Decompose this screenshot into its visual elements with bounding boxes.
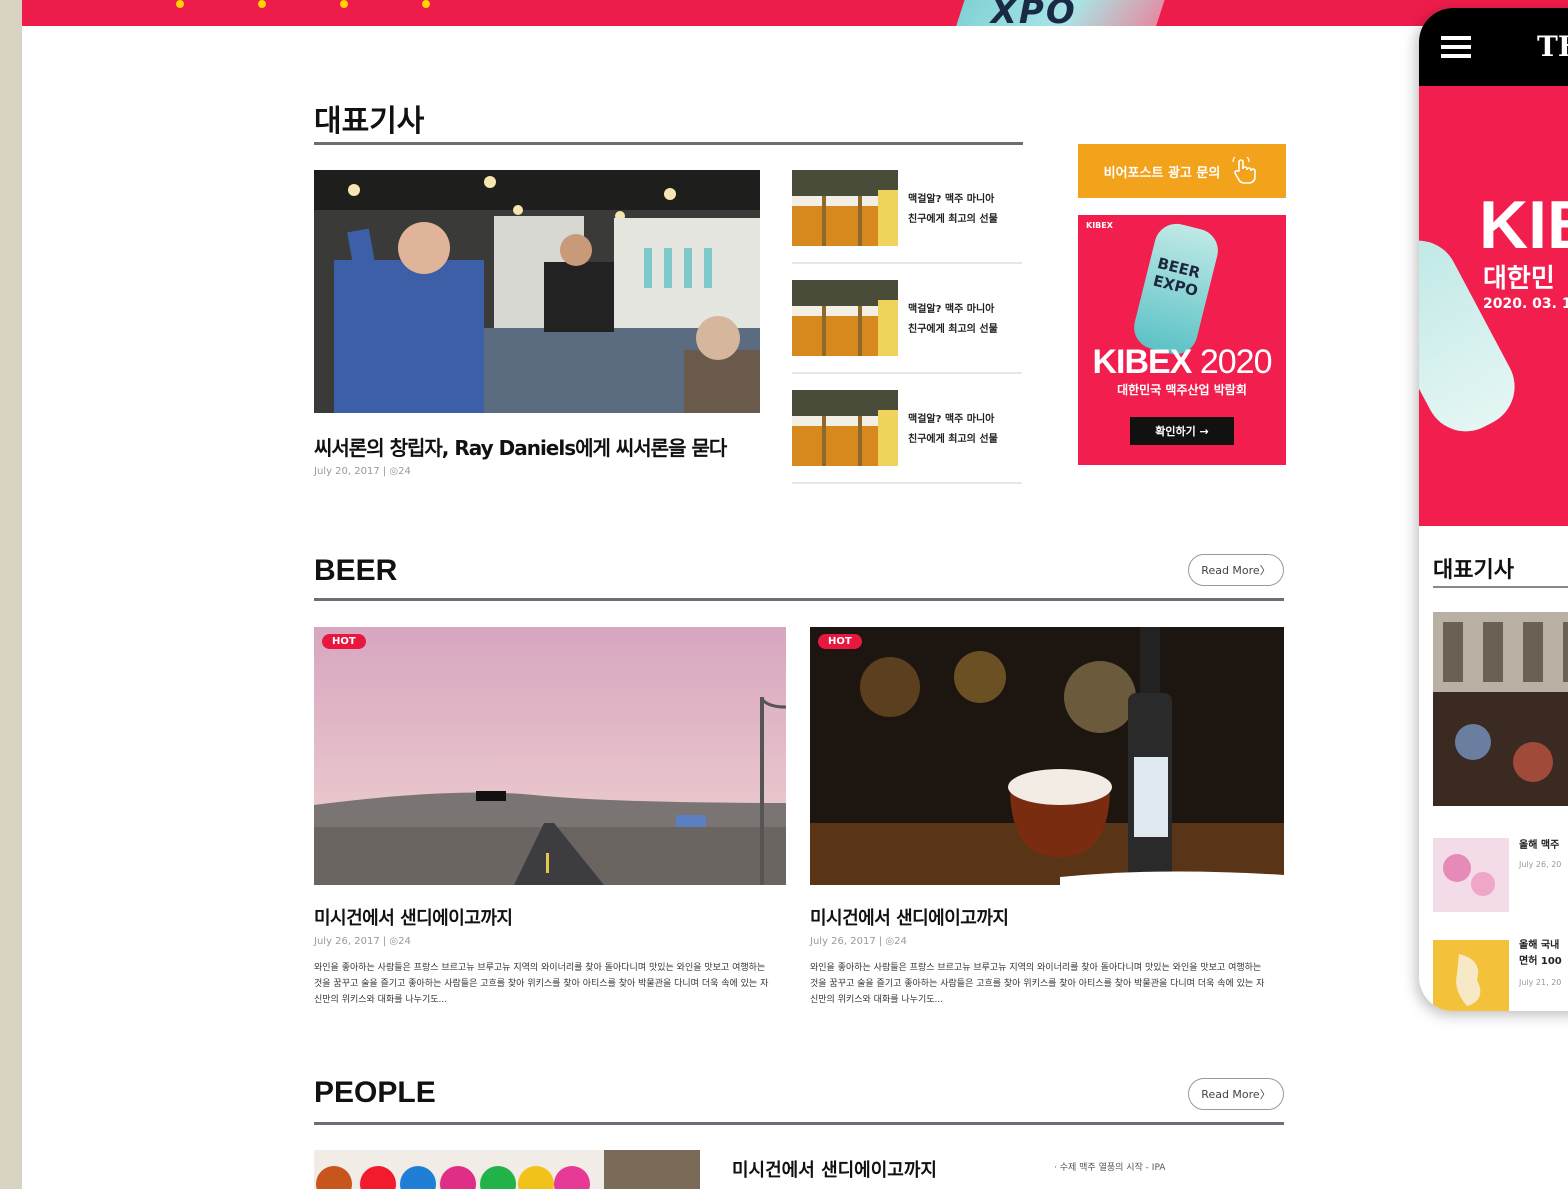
- featured-main-title[interactable]: 씨서론의 창립자, Ray Daniels에게 씨서론을 묻다: [314, 432, 727, 461]
- people-read-more-button[interactable]: Read More〉: [1188, 1078, 1284, 1110]
- decor-dot: [422, 0, 430, 8]
- beer-read-more-button[interactable]: Read More〉: [1188, 554, 1284, 586]
- decor-dot: [258, 0, 266, 8]
- mobile-hero-banner[interactable]: KIB 대한민 2020. 03. 1: [1419, 86, 1568, 526]
- beer-card-meta: July 26, 2017 | ◎24: [314, 936, 411, 947]
- ad-inquiry-label: 비어포스트 광고 문의: [1103, 165, 1221, 181]
- people-heading: PEOPLE: [314, 1076, 436, 1109]
- top-banner[interactable]: XPO: [22, 0, 1568, 26]
- hand-pointer-icon: [1232, 157, 1257, 184]
- beer-rule: [314, 598, 1284, 601]
- beer-card-title[interactable]: 미시건에서 샌디에이고까지: [314, 904, 513, 930]
- beer-card-image[interactable]: [810, 627, 1284, 885]
- mobile-mockup: TH KIB 대한민 2020. 03. 1 대표기사 올해 맥주 July 2…: [1419, 8, 1568, 1011]
- side-divider: [792, 262, 1022, 264]
- mobile-item-text[interactable]: 올해 맥주: [1519, 838, 1559, 854]
- people-note[interactable]: · 수제 맥주 열풍의 시작 - IPA: [1054, 1160, 1165, 1173]
- people-card-title[interactable]: 미시건에서 샌디에이고까지: [732, 1156, 937, 1182]
- mobile-section-heading: 대표기사: [1433, 558, 1514, 583]
- side-item-text[interactable]: 맥걸알? 맥주 마니아 친구에게 최고의 선물: [908, 190, 998, 230]
- beer-can-graphic: BEER EXPO: [1129, 219, 1223, 359]
- beer-card-meta: July 26, 2017 | ◎24: [810, 936, 907, 947]
- beer-card-excerpt: 와인을 좋아하는 사람들은 프랑스 브르고뉴 브루고뉴 지역의 와이너리를 찾아…: [314, 963, 769, 1005]
- mobile-featured-image[interactable]: [1433, 612, 1568, 806]
- featured-rule: [314, 142, 1023, 145]
- side-item-thumb[interactable]: [792, 390, 898, 466]
- beer-heading: BEER: [314, 554, 398, 587]
- kibex-ad[interactable]: KIBEX BEER EXPO KIBEX 2020 대한민국 맥주산업 박람회…: [1078, 215, 1286, 465]
- decor-dot: [340, 0, 348, 8]
- mobile-hero-title: KIB: [1479, 187, 1568, 263]
- mobile-item-thumb[interactable]: [1433, 940, 1509, 1011]
- side-divider: [792, 482, 1022, 484]
- side-item-text[interactable]: 맥걸알? 맥주 마니아 친구에게 최고의 선물: [908, 410, 998, 450]
- featured-main-meta: July 20, 2017 | ◎24: [314, 466, 411, 477]
- mobile-rule: [1433, 586, 1568, 588]
- mobile-hero-subtitle: 대한민: [1483, 264, 1555, 294]
- beer-card-title[interactable]: 미시건에서 샌디에이고까지: [810, 904, 1009, 930]
- mobile-item-meta: July 26, 20: [1519, 860, 1562, 869]
- ad-inquiry-banner[interactable]: 비어포스트 광고 문의: [1078, 144, 1286, 198]
- menu-icon[interactable]: [1441, 36, 1471, 58]
- side-item-text[interactable]: 맥걸알? 맥주 마니아 친구에게 최고의 선물: [908, 300, 998, 340]
- featured-main-image[interactable]: [314, 170, 760, 413]
- decor-dot: [176, 0, 184, 8]
- side-item-thumb[interactable]: [792, 280, 898, 356]
- people-rule: [314, 1122, 1284, 1125]
- beer-card-excerpt: 와인을 좋아하는 사람들은 프랑스 브르고뉴 브루고뉴 지역의 와이너리를 찾아…: [810, 963, 1265, 1005]
- mobile-item-thumb[interactable]: [1433, 838, 1509, 912]
- mobile-item-text[interactable]: 올해 국내 면허 100: [1519, 938, 1562, 970]
- mobile-brand: TH: [1537, 30, 1568, 63]
- ad-subtitle: 대한민국 맥주산업 박람회: [1117, 383, 1247, 397]
- mobile-hero-date: 2020. 03. 1: [1483, 296, 1568, 312]
- mobile-item-meta: July 21, 20: [1519, 978, 1562, 987]
- ad-headline: KIBEX 2020: [1092, 343, 1272, 381]
- beer-card-image[interactable]: [314, 627, 786, 885]
- expo-logo: XPO: [954, 0, 1170, 26]
- side-divider: [792, 372, 1022, 374]
- ad-mini-logo: KIBEX: [1086, 221, 1113, 230]
- hot-badge: HOT: [818, 634, 862, 649]
- desktop-page: XPO 대표기사 씨서론의 창립자, Ray Daniels에게 씨서론을 묻다…: [22, 0, 1568, 1189]
- people-card-image[interactable]: [314, 1150, 700, 1189]
- featured-heading: 대표기사: [314, 105, 425, 138]
- ad-cta-button[interactable]: 확인하기 →: [1130, 417, 1234, 445]
- hot-badge: HOT: [322, 634, 366, 649]
- side-item-thumb[interactable]: [792, 170, 898, 246]
